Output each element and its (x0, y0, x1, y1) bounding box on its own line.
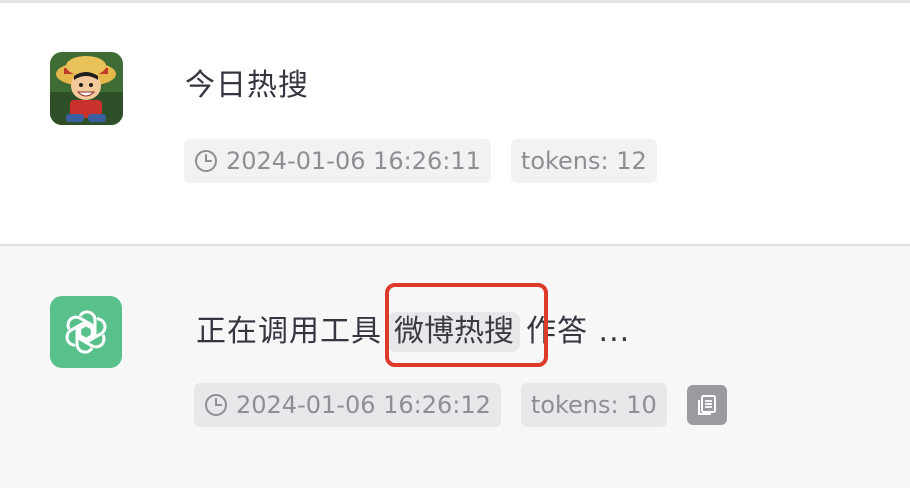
clock-icon (195, 150, 217, 172)
timestamp-text: 2024-01-06 16:26:11 (226, 147, 481, 175)
copy-icon (697, 395, 716, 415)
token-count-chip: tokens: 10 (520, 383, 667, 427)
copy-button[interactable] (686, 385, 727, 425)
user-message-text: 今日热搜 (185, 68, 309, 103)
assistant-message-meta: 2024-01-06 16:26:12 tokens: 10 (194, 383, 727, 427)
assistant-message-text: 正在调用工具 微博热搜 作答 ... (196, 312, 630, 352)
status-text-after: 作答 ... (526, 314, 631, 349)
timestamp-chip: 2024-01-06 16:26:11 (184, 139, 491, 183)
user-message: 今日热搜 2024-01-06 16:26:11 tokens: 12 (0, 3, 910, 245)
token-count-text: tokens: 12 (520, 147, 647, 175)
token-count-chip: tokens: 12 (510, 139, 657, 183)
tool-name-tag: 微博热搜 (388, 312, 520, 352)
timestamp-text: 2024-01-06 16:26:12 (236, 391, 491, 419)
timestamp-chip: 2024-01-06 16:26:12 (194, 383, 501, 427)
token-count-text: tokens: 10 (530, 391, 657, 419)
user-avatar (50, 52, 123, 125)
user-message-meta: 2024-01-06 16:26:11 tokens: 12 (184, 139, 657, 183)
status-text-before: 正在调用工具 (196, 314, 382, 349)
clock-icon (205, 394, 227, 416)
openai-logo-icon (50, 296, 122, 368)
assistant-message: 正在调用工具 微博热搜 作答 ... 2024-01-06 16:26:12 t… (0, 246, 910, 488)
